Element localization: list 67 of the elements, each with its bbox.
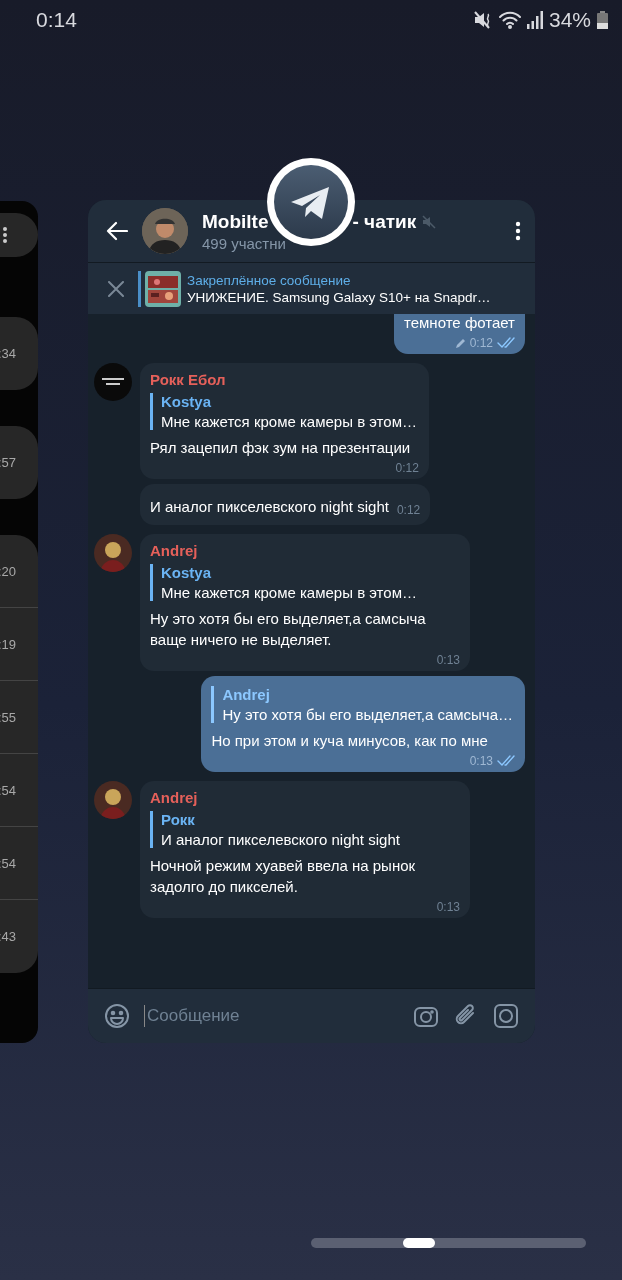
reply-quote[interactable]: Kostya Мне кажется кроме камеры в этом… (150, 564, 460, 601)
avatar[interactable] (142, 208, 188, 254)
item-time: :55 (0, 709, 17, 725)
reply-text: Ну это хотя бы его выделяет,а самсыча… (222, 706, 513, 723)
reply-author: Andrej (222, 686, 271, 703)
sender-name: Andrej (150, 789, 199, 806)
item-time: :54 (0, 855, 17, 871)
reply-author: Kostya (161, 564, 213, 581)
sender-name: Andrej (150, 542, 199, 559)
pinned-text: УНИЖЕНИЕ. Samsung Galaxy S10+ на Snapdr… (187, 289, 491, 305)
reply-quote[interactable]: Andrej Ну это хотя бы его выделяет,а самсыча… (211, 686, 515, 723)
more-icon[interactable] (2, 226, 8, 244)
message-text: Рял зацепил фэк зум на презентации (150, 438, 412, 458)
reply-quote[interactable]: Kostya Мне кажется кроме камеры в этом… (150, 393, 419, 430)
message-time: 0:13 (436, 900, 460, 914)
signal-icon (526, 11, 543, 29)
emoji-icon[interactable] (104, 1003, 130, 1029)
message-time: 0:12 (395, 461, 419, 475)
battery-percent: 34% (548, 8, 591, 32)
message-bubble[interactable]: Andrej Kostya Мне кажется кроме камеры в этом… Ну это хотя бы его выделяет,а самсыча ваще ничего не выделяет. 0:13 (140, 534, 470, 671)
pinned-label: Закреплённое сообщение (187, 272, 352, 288)
reply-text: И аналог пикселевского night sight (161, 831, 401, 848)
chat-title: - чатик (352, 210, 417, 233)
sender-name: Рокк Ебол (150, 371, 227, 388)
avatar[interactable] (94, 781, 132, 819)
message-time: 0:13 (436, 653, 460, 667)
member-count: 499 участни (202, 234, 287, 252)
chat-title: Mobilte (202, 210, 269, 233)
item-time: :20 (0, 563, 17, 579)
back-icon[interactable] (106, 221, 128, 241)
item-time: :54 (0, 782, 17, 798)
app-card[interactable] (88, 200, 535, 1043)
battery-icon (597, 11, 608, 29)
double-check-icon (497, 337, 515, 349)
message-text: Ночной режим хуавей ввела на рынок задолго до пикселей. (150, 856, 417, 897)
item-time: :43 (0, 929, 17, 944)
message-time: 0:13 (469, 754, 493, 768)
item-time: :34 (0, 346, 17, 361)
message-text: Ну это хотя бы его выделяет,а самсыча ваще ничего не выделяет. (150, 609, 427, 650)
reply-author: Kostya (161, 393, 213, 410)
message-text: темноте фотает (404, 314, 515, 333)
message-time: 0:12 (396, 503, 421, 517)
double-check-icon (497, 755, 515, 767)
reply-quote[interactable]: Рокк И аналог пикселевского night sight (150, 811, 460, 848)
message-bubble[interactable]: Рокк Ебол Kostya Мне кажется кроме камеры в этом… Рял зацепил фэк зум на презентации 0:12 (140, 363, 429, 479)
instant-camera-icon[interactable] (493, 1003, 519, 1029)
message-text: И аналог пикселевского night sight (150, 497, 389, 517)
item-time: :19 (0, 636, 17, 652)
more-icon[interactable] (515, 221, 521, 241)
avatar[interactable] (94, 534, 132, 572)
message-text: Но при этом и куча минусов, как по мне (211, 731, 489, 751)
message-bubble[interactable]: темноте фотает 0:12 (394, 314, 525, 354)
item-time: :57 (0, 455, 17, 470)
wifi-icon (498, 11, 521, 29)
reply-text: Мне кажется кроме камеры в этом… (161, 584, 418, 601)
close-icon[interactable] (108, 280, 124, 297)
avatar[interactable] (94, 363, 132, 401)
message-bubble[interactable]: И аналог пикселевского night sight 0:12 (140, 484, 431, 525)
message-bubble[interactable]: Andrej Рокк И аналог пикселевского night sight Ночной режим хуавей ввела на рынок задолго до пикселей. 0:13 (140, 781, 470, 918)
app-card[interactable]: :34 :57 :20 :19 :55 :54 :54 :43 (0, 201, 38, 1043)
pinned-message-bar[interactable]: Закреплённое сообщение УНИЖЕНИЕ. Samsung Galaxy S10+ на Snapdr… (88, 262, 535, 314)
status-time: 0:14 (36, 8, 77, 32)
reply-text: Мне кажется кроме камеры в этом… (161, 413, 417, 430)
message-bubble[interactable]: Andrej Ну это хотя бы его выделяет,а самсыча… Но при этом и куча минусов, как по мне 0:13 (201, 676, 525, 772)
message-time: 0:12 (469, 336, 493, 350)
reply-author: Рокк (161, 811, 196, 828)
mute-icon (472, 10, 493, 30)
